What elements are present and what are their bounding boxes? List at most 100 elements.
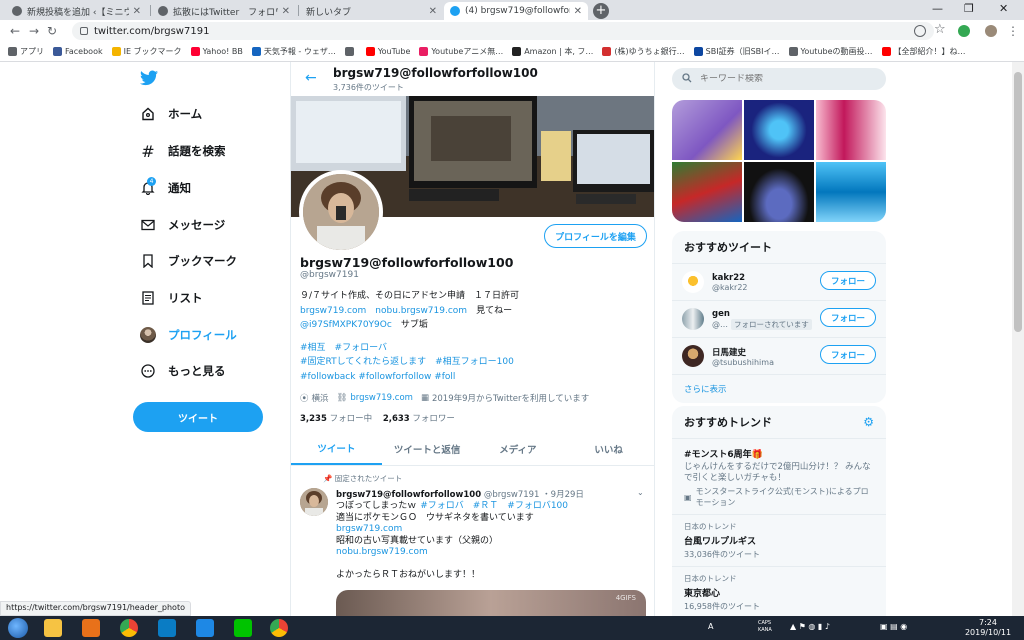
trend-item[interactable]: 日本のトレンド 東京都心 16,958件のツイート — [672, 567, 886, 616]
bookmark-item[interactable]: SBI証券（旧SBIイ… — [693, 46, 780, 57]
line-app-icon[interactable] — [234, 619, 252, 637]
sidebar-item-more[interactable]: もっと見る — [140, 360, 226, 382]
tab-tweets[interactable]: ツイート — [291, 433, 382, 465]
bookmark-item[interactable]: Youtubeの動画投… — [788, 46, 873, 57]
bio-hashtags[interactable]: #固定RTしてくれたら返します #相互フォロー100 — [300, 355, 645, 370]
user-row[interactable]: 日馬建史 @tsubushihima フォロー — [672, 338, 886, 375]
bookmark-item[interactable]: 【全部紹介！】ね… — [881, 46, 966, 57]
sidebar-item-lists[interactable]: リスト — [140, 287, 203, 309]
gallery-image[interactable] — [816, 100, 886, 160]
tweet-hashtags[interactable]: #フォロバ #ＲＴ #フォロバ100 — [420, 501, 568, 511]
twitter-logo-icon[interactable] — [140, 70, 158, 89]
profile-avatar[interactable] — [299, 170, 383, 254]
chrome-icon[interactable] — [120, 619, 138, 637]
bookmark-item[interactable]: アプリ — [8, 46, 44, 57]
gallery-image[interactable] — [744, 100, 814, 160]
tab-tweets-replies[interactable]: ツイートと返信 — [382, 433, 473, 465]
user-row[interactable]: gen @… フォローされています フォロー — [672, 301, 886, 338]
bio-hashtags[interactable]: #相互 #フォローバ — [300, 341, 645, 356]
browser-tab-3[interactable]: 新しいタブ ✕ — [300, 2, 443, 20]
edit-profile-button[interactable]: プロフィールを編集 — [544, 224, 647, 248]
extension-icon[interactable] — [958, 25, 970, 37]
bookmark-item[interactable] — [344, 47, 357, 56]
bio-mention-link[interactable]: @i97SfMXPK70Y9Oc — [300, 320, 392, 330]
media-player-icon[interactable] — [82, 619, 100, 637]
close-window-icon[interactable]: ✕ — [999, 2, 1008, 15]
bookmark-item[interactable]: YouTube — [365, 47, 410, 56]
close-icon[interactable]: ✕ — [282, 6, 290, 17]
bookmark-item[interactable]: (株)ゆうちょ銀行… — [602, 46, 685, 57]
follow-button[interactable]: フォロー — [820, 271, 876, 290]
browser-tab-1[interactable]: 新規投稿を追加 ‹【ミニウサギ ✕ — [6, 2, 147, 20]
settings-gear-icon[interactable]: ⚙ — [863, 415, 874, 429]
trend-item[interactable]: 日本のトレンド 台風ワルプルギス 33,036件のツイート — [672, 515, 886, 567]
lens-icon[interactable] — [914, 25, 926, 37]
explorer-icon[interactable] — [44, 619, 62, 637]
tweet-link[interactable]: brgsw719.com — [336, 524, 646, 536]
bookmark-item[interactable]: Amazon | 本, フ… — [512, 46, 593, 57]
system-clock[interactable]: 7:24 2019/10/11 — [960, 618, 1016, 638]
chrome-active-icon[interactable] — [270, 619, 288, 637]
bluetooth-icon[interactable] — [158, 619, 176, 637]
tweet-author-name[interactable]: brgsw719@followforfollow100 — [336, 490, 481, 500]
bookmark-item[interactable]: 天気予報 - ウェザ… — [251, 46, 336, 57]
star-icon[interactable]: ☆ — [934, 22, 946, 37]
sidebar-item-bookmarks[interactable]: ブックマーク — [140, 250, 237, 272]
back-icon[interactable]: ← — [10, 24, 20, 38]
show-more-link[interactable]: さらに表示 — [672, 375, 886, 403]
close-icon[interactable]: ✕ — [133, 6, 141, 17]
tray-icons[interactable]: ▲ ⚑ ◍ ▮ ♪ — [790, 622, 830, 631]
following-link[interactable]: 3,235 フォロー中 — [300, 414, 372, 424]
page-scrollbar[interactable] — [1012, 62, 1024, 616]
tweet-date[interactable]: ・9月29日 — [542, 490, 584, 500]
back-arrow-icon[interactable]: ← — [305, 70, 317, 86]
browser-tab-4[interactable]: (4) brgsw719@followforfollo ✕ — [444, 2, 588, 20]
tweet-button[interactable]: ツイート — [133, 402, 263, 432]
start-button-icon[interactable] — [8, 618, 28, 638]
follow-button[interactable]: フォロー — [820, 308, 876, 327]
scrollbar-thumb[interactable] — [1014, 72, 1022, 332]
chevron-down-icon[interactable]: ⌄ — [637, 488, 644, 497]
trend-item[interactable]: #モンスト6周年🎁 じゃんけんをするだけで2億円山分け！？ みんなで引くと楽しい… — [672, 439, 886, 515]
close-icon[interactable]: ✕ — [429, 6, 437, 17]
sidebar-item-explore[interactable]: # 話題を検索 — [140, 140, 225, 162]
search-input[interactable] — [700, 74, 870, 84]
profile-website-link[interactable]: brgsw719.com — [350, 393, 413, 403]
ime-indicator[interactable]: A — [708, 622, 713, 631]
new-tab-button[interactable]: + — [593, 3, 609, 19]
tab-likes[interactable]: いいね — [563, 433, 654, 465]
minimize-icon[interactable]: — — [932, 2, 943, 15]
sidebar-item-home[interactable]: ホーム — [140, 103, 202, 125]
gallery-image[interactable] — [672, 100, 742, 160]
user-row[interactable]: kakr22 @kakr22 フォロー — [672, 264, 886, 301]
follow-button[interactable]: フォロー — [820, 345, 876, 364]
tweet-link[interactable]: nobu.brgsw719.com — [336, 547, 646, 559]
tweet-author-avatar[interactable] — [300, 488, 328, 516]
tray-icons[interactable]: ▣ ▤ ◉ — [880, 622, 907, 631]
profile-avatar-icon[interactable] — [985, 25, 997, 37]
restore-icon[interactable]: ❐ — [964, 2, 974, 15]
search-box[interactable] — [672, 68, 886, 90]
bio-link[interactable]: nobu.brgsw719.com — [375, 306, 467, 316]
forward-icon[interactable]: → — [29, 24, 39, 38]
bookmark-item[interactable]: Facebook — [53, 47, 103, 56]
gallery-image[interactable] — [744, 162, 814, 222]
followers-link[interactable]: 2,633 フォロワー — [383, 414, 455, 424]
close-icon[interactable]: ✕ — [574, 6, 582, 17]
bookmark-item[interactable]: Youtubeアニメ無… — [419, 46, 503, 57]
menu-icon[interactable]: ⋮ — [1007, 24, 1019, 38]
mail-icon — [140, 217, 156, 233]
ie-icon[interactable] — [196, 619, 214, 637]
gallery-image[interactable] — [816, 162, 886, 222]
address-bar[interactable]: twitter.com/brgsw7191 — [72, 22, 934, 40]
bookmark-item[interactable]: Yahoo! BB — [190, 47, 243, 56]
tab-media[interactable]: メディア — [473, 433, 564, 465]
sidebar-item-messages[interactable]: メッセージ — [140, 214, 225, 236]
reload-icon[interactable]: ↻ — [47, 24, 57, 38]
sidebar-item-profile[interactable]: プロフィール — [140, 324, 237, 346]
gallery-image[interactable] — [672, 162, 742, 222]
bookmark-item[interactable]: IE ブックマーク — [111, 46, 182, 57]
bio-link[interactable]: brgsw719.com — [300, 306, 366, 316]
bio-hashtags[interactable]: #followback #followforfollow #foll — [300, 370, 645, 385]
browser-tab-2[interactable]: 拡散にはTwitter フォロワー増 ✕ — [152, 2, 296, 20]
